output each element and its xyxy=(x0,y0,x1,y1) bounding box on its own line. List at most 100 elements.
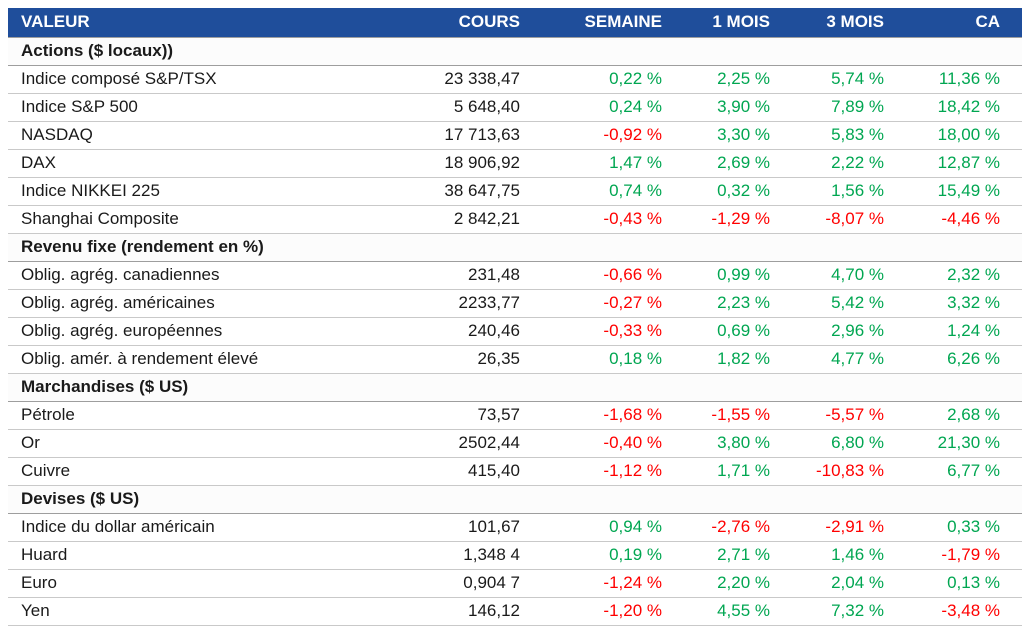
1-mois-pct-value: -1,55 % xyxy=(682,401,787,430)
row-label: Shanghai Composite xyxy=(8,205,422,234)
table-row: Euro 0,904 7 -1,24 % 2,20 % 2,04 % 0,13 % xyxy=(8,569,1022,598)
1-mois-pct-value: -2,76 % xyxy=(682,513,787,542)
section-header-row: Devises ($ US) xyxy=(8,484,1022,514)
semaine-pct-value: 0,24 % xyxy=(537,93,682,122)
3-mois-pct-value: 4,70 % xyxy=(787,261,902,290)
semaine-pct-value: -0,33 % xyxy=(537,317,682,346)
semaine-pct-value: 1,47 % xyxy=(537,149,682,178)
semaine-pct-value: -1,20 % xyxy=(537,597,682,626)
semaine-pct-value: -0,40 % xyxy=(537,429,682,458)
3-mois-pct-value: -2,91 % xyxy=(787,513,902,542)
ca-pct-value: 15,49 % xyxy=(902,177,1022,206)
section-title: Marchandises ($ US) xyxy=(8,372,1022,402)
3-mois-pct-value: 4,77 % xyxy=(787,345,902,374)
semaine-pct-value: -0,92 % xyxy=(537,121,682,150)
ca-pct-value: 12,87 % xyxy=(902,149,1022,178)
3-mois-pct-value: -10,83 % xyxy=(787,457,902,486)
column-header-semaine: SEMAINE xyxy=(537,8,682,37)
ca-pct-value: 21,30 % xyxy=(902,429,1022,458)
1-mois-pct-value: 2,23 % xyxy=(682,289,787,318)
cours-value: 18 906,92 xyxy=(422,149,537,178)
row-label: Or xyxy=(8,429,422,458)
ca-pct-value: 0,13 % xyxy=(902,569,1022,598)
table-row: Indice S&P 500 5 648,40 0,24 % 3,90 % 7,89 %… xyxy=(8,93,1022,122)
1-mois-pct-value: 2,69 % xyxy=(682,149,787,178)
3-mois-pct-value: 1,56 % xyxy=(787,177,902,206)
1-mois-pct-value: 2,71 % xyxy=(682,541,787,570)
3-mois-pct-value: 7,89 % xyxy=(787,93,902,122)
cours-value: 1,348 4 xyxy=(422,541,537,570)
semaine-pct-value: 0,74 % xyxy=(537,177,682,206)
table-row: Indice NIKKEI 225 38 647,75 0,74 % 0,32 % 1,… xyxy=(8,177,1022,206)
1-mois-pct-value: 3,30 % xyxy=(682,121,787,150)
table-row: Yen 146,12 -1,20 % 4,55 % 7,32 % -3,48 % xyxy=(8,597,1022,626)
cours-value: 23 338,47 xyxy=(422,65,537,94)
table-row: Oblig. agrég. américaines 2233,77 -0,27 % 2… xyxy=(8,289,1022,318)
3-mois-pct-value: 1,46 % xyxy=(787,541,902,570)
table-row: Oblig. amér. à rendement élevé 26,35 0,18 … xyxy=(8,345,1022,374)
table-row: Indice du dollar américain 101,67 0,94 % -2… xyxy=(8,513,1022,542)
3-mois-pct-value: -5,57 % xyxy=(787,401,902,430)
1-mois-pct-value: 0,32 % xyxy=(682,177,787,206)
ca-pct-value: 18,42 % xyxy=(902,93,1022,122)
ca-pct-value: 18,00 % xyxy=(902,121,1022,150)
ca-pct-value: 11,36 % xyxy=(902,65,1022,94)
ca-pct-value: 6,26 % xyxy=(902,345,1022,374)
section-title: Actions ($ locaux)) xyxy=(8,36,1022,66)
ca-pct-value: -4,46 % xyxy=(902,205,1022,234)
1-mois-pct-value: 3,80 % xyxy=(682,429,787,458)
semaine-pct-value: 0,18 % xyxy=(537,345,682,374)
1-mois-pct-value: 1,71 % xyxy=(682,457,787,486)
table-row: Cuivre 415,40 -1,12 % 1,71 % -10,83 % 6,77 % xyxy=(8,457,1022,486)
market-summary-table-container: VALEUR COURS SEMAINE 1 MOIS 3 MOIS CA Ac… xyxy=(0,0,1030,626)
row-label: DAX xyxy=(8,149,422,178)
row-label: Indice S&P 500 xyxy=(8,93,422,122)
table-row: Huard 1,348 4 0,19 % 2,71 % 1,46 % -1,79 % xyxy=(8,541,1022,570)
row-label: Pétrole xyxy=(8,401,422,430)
row-label: NASDAQ xyxy=(8,121,422,150)
cours-value: 231,48 xyxy=(422,261,537,290)
section-title: Devises ($ US) xyxy=(8,484,1022,514)
row-label: Yen xyxy=(8,597,422,626)
semaine-pct-value: -0,66 % xyxy=(537,261,682,290)
column-header-valeur: VALEUR xyxy=(8,8,422,37)
cours-value: 5 648,40 xyxy=(422,93,537,122)
1-mois-pct-value: 4,55 % xyxy=(682,597,787,626)
row-label: Oblig. agrég. américaines xyxy=(8,289,422,318)
semaine-pct-value: -1,12 % xyxy=(537,457,682,486)
1-mois-pct-value: -1,29 % xyxy=(682,205,787,234)
column-header-cours: COURS xyxy=(422,8,537,37)
table-row: Oblig. agrég. européennes 240,46 -0,33 % 0,… xyxy=(8,317,1022,346)
row-label: Indice NIKKEI 225 xyxy=(8,177,422,206)
cours-value: 240,46 xyxy=(422,317,537,346)
section-header-row: Revenu fixe (rendement en %) xyxy=(8,232,1022,262)
3-mois-pct-value: 2,22 % xyxy=(787,149,902,178)
row-label: Indice du dollar américain xyxy=(8,513,422,542)
row-label: Oblig. amér. à rendement élevé xyxy=(8,345,422,374)
1-mois-pct-value: 2,20 % xyxy=(682,569,787,598)
3-mois-pct-value: 5,42 % xyxy=(787,289,902,318)
cours-value: 2233,77 xyxy=(422,289,537,318)
row-label: Indice composé S&P/TSX xyxy=(8,65,422,94)
row-label: Huard xyxy=(8,541,422,570)
cours-value: 26,35 xyxy=(422,345,537,374)
market-summary-table: VALEUR COURS SEMAINE 1 MOIS 3 MOIS CA Ac… xyxy=(8,8,1022,626)
cours-value: 415,40 xyxy=(422,457,537,486)
semaine-pct-value: -0,43 % xyxy=(537,205,682,234)
3-mois-pct-value: 5,74 % xyxy=(787,65,902,94)
ca-pct-value: 1,24 % xyxy=(902,317,1022,346)
1-mois-pct-value: 3,90 % xyxy=(682,93,787,122)
row-label: Oblig. agrég. européennes xyxy=(8,317,422,346)
ca-pct-value: 6,77 % xyxy=(902,457,1022,486)
ca-pct-value: 3,32 % xyxy=(902,289,1022,318)
3-mois-pct-value: 5,83 % xyxy=(787,121,902,150)
table-row: Oblig. agrég. canadiennes 231,48 -0,66 % 0,… xyxy=(8,261,1022,290)
3-mois-pct-value: 6,80 % xyxy=(787,429,902,458)
cours-value: 2502,44 xyxy=(422,429,537,458)
semaine-pct-value: -1,68 % xyxy=(537,401,682,430)
semaine-pct-value: -0,27 % xyxy=(537,289,682,318)
ca-pct-value: -3,48 % xyxy=(902,597,1022,626)
table-row: NASDAQ 17 713,63 -0,92 % 3,30 % 5,83 % 18,00 … xyxy=(8,121,1022,150)
ca-pct-value: 2,68 % xyxy=(902,401,1022,430)
3-mois-pct-value: 7,32 % xyxy=(787,597,902,626)
